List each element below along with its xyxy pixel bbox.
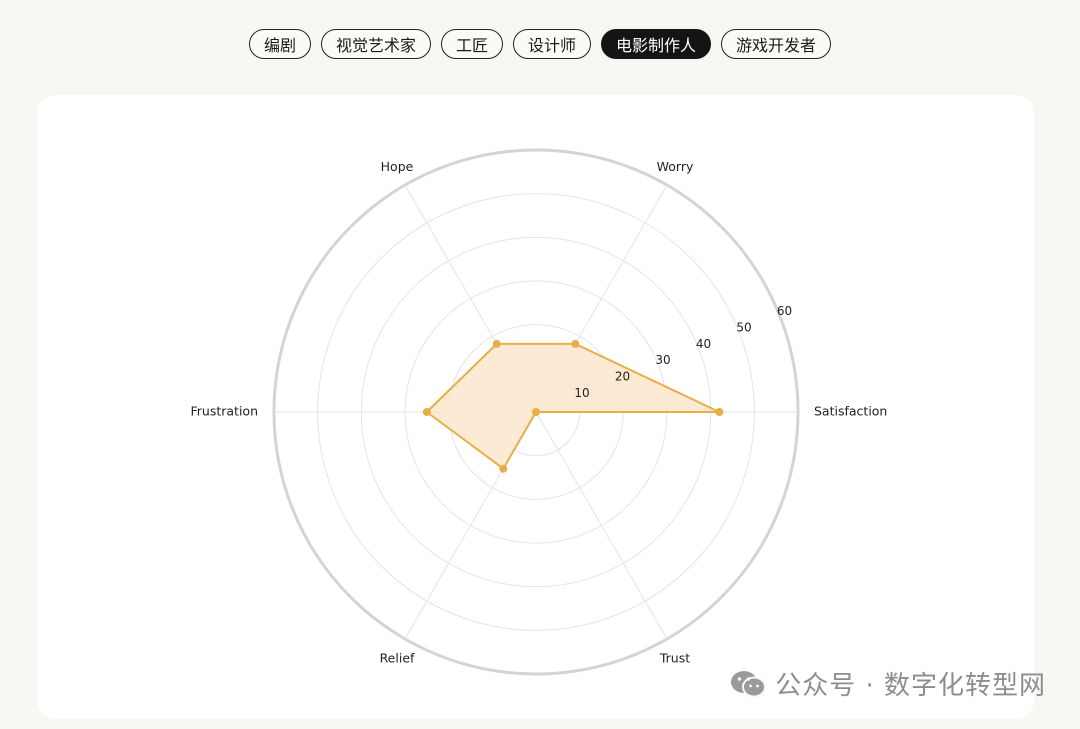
axis-label-trust: Trust: [659, 650, 690, 665]
data-point-frustration: [422, 408, 431, 416]
radar-series-area: [425, 342, 721, 470]
data-point-satisfaction: [715, 408, 724, 416]
chart-card: 10 20 30 40 50 60 Satisfaction Worry Hope Frustra…: [37, 95, 1034, 719]
data-point-hope: [492, 339, 501, 348]
axis-label-hope: Hope: [381, 159, 414, 174]
axis-label-relief: Relief: [380, 650, 415, 665]
tab-screenwriter[interactable]: 编剧: [248, 29, 311, 59]
watermark: 公众号 · 数字化转型网: [729, 665, 1046, 702]
tab-game-developer[interactable]: 游戏开发者: [721, 29, 832, 59]
tab-filmmaker[interactable]: 电影制作人: [601, 29, 712, 59]
tab-visual-artist[interactable]: 视觉艺术家: [320, 29, 431, 59]
radar-series: [422, 339, 724, 473]
tab-designer[interactable]: 设计师: [513, 29, 592, 59]
radial-tick-label: 50: [736, 320, 751, 334]
radar-chart: 10 20 30 40 50 60 Satisfaction Worry Hope Frustra…: [191, 148, 887, 676]
data-point-trust: [532, 408, 540, 416]
axis-label-satisfaction: Satisfaction: [814, 404, 887, 419]
radial-tick-label: 40: [696, 337, 711, 351]
axis-label-worry: Worry: [657, 159, 694, 174]
axis-label-frustration: Frustration: [191, 404, 259, 419]
watermark-text: 公众号 · 数字化转型网: [775, 671, 1046, 701]
wechat-icon: [731, 670, 767, 697]
data-point-worry: [571, 339, 580, 348]
data-point-relief: [499, 464, 508, 473]
tab-craftsman[interactable]: 工匠: [440, 29, 503, 59]
radar-spoke: [535, 411, 668, 640]
role-tabs: 编剧 视觉艺术家 工匠 设计师 电影制作人 游戏开发者: [0, 29, 1080, 59]
radial-tick-label: 10: [574, 386, 589, 400]
radial-tick-label: 60: [777, 304, 792, 318]
radial-tick-label: 30: [655, 353, 670, 367]
radial-tick-label: 20: [615, 370, 630, 384]
